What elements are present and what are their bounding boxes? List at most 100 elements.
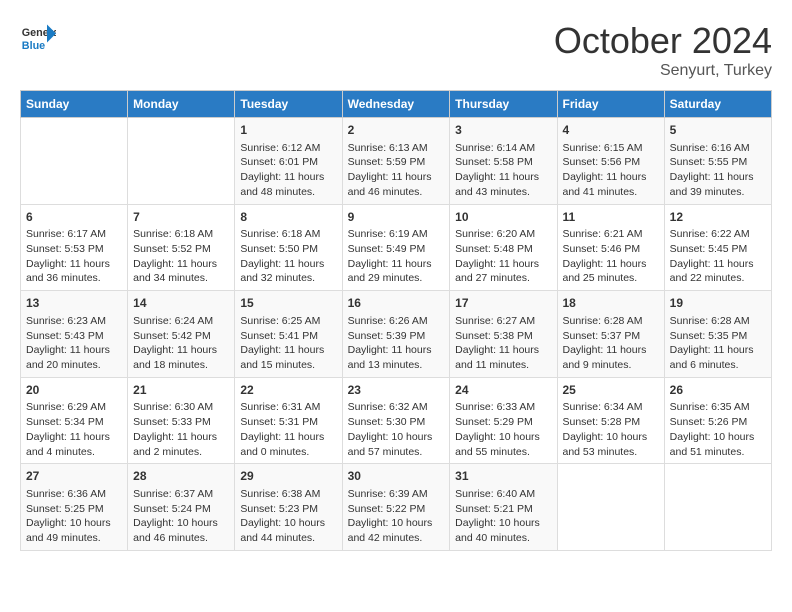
day-number: 12 bbox=[670, 209, 766, 226]
daylight-text: Daylight: 11 hours and 18 minutes. bbox=[133, 343, 229, 372]
calendar-cell: 3Sunrise: 6:14 AMSunset: 5:58 PMDaylight… bbox=[450, 118, 557, 205]
sunrise-text: Sunrise: 6:21 AM bbox=[563, 227, 659, 242]
calendar-cell: 30Sunrise: 6:39 AMSunset: 5:22 PMDayligh… bbox=[342, 464, 450, 551]
day-number: 9 bbox=[348, 209, 445, 226]
calendar-cell: 6Sunrise: 6:17 AMSunset: 5:53 PMDaylight… bbox=[21, 204, 128, 291]
calendar-cell: 14Sunrise: 6:24 AMSunset: 5:42 PMDayligh… bbox=[128, 291, 235, 378]
weekday-header-saturday: Saturday bbox=[664, 91, 771, 118]
sunset-text: Sunset: 5:25 PM bbox=[26, 502, 122, 517]
calendar-cell: 31Sunrise: 6:40 AMSunset: 5:21 PMDayligh… bbox=[450, 464, 557, 551]
calendar-cell: 26Sunrise: 6:35 AMSunset: 5:26 PMDayligh… bbox=[664, 377, 771, 464]
sunrise-text: Sunrise: 6:40 AM bbox=[455, 487, 551, 502]
sunset-text: Sunset: 5:48 PM bbox=[455, 242, 551, 257]
sunrise-text: Sunrise: 6:23 AM bbox=[26, 314, 122, 329]
sunset-text: Sunset: 5:50 PM bbox=[240, 242, 336, 257]
sunrise-text: Sunrise: 6:15 AM bbox=[563, 141, 659, 156]
daylight-text: Daylight: 11 hours and 0 minutes. bbox=[240, 430, 336, 459]
sunrise-text: Sunrise: 6:28 AM bbox=[563, 314, 659, 329]
sunset-text: Sunset: 5:23 PM bbox=[240, 502, 336, 517]
day-number: 15 bbox=[240, 295, 336, 312]
daylight-text: Daylight: 11 hours and 41 minutes. bbox=[563, 170, 659, 199]
sunrise-text: Sunrise: 6:12 AM bbox=[240, 141, 336, 156]
calendar-cell: 20Sunrise: 6:29 AMSunset: 5:34 PMDayligh… bbox=[21, 377, 128, 464]
sunrise-text: Sunrise: 6:31 AM bbox=[240, 400, 336, 415]
weekday-header-monday: Monday bbox=[128, 91, 235, 118]
day-number: 14 bbox=[133, 295, 229, 312]
sunset-text: Sunset: 5:21 PM bbox=[455, 502, 551, 517]
day-number: 23 bbox=[348, 382, 445, 399]
daylight-text: Daylight: 11 hours and 29 minutes. bbox=[348, 257, 445, 286]
day-number: 25 bbox=[563, 382, 659, 399]
day-number: 3 bbox=[455, 122, 551, 139]
sunset-text: Sunset: 5:59 PM bbox=[348, 155, 445, 170]
sunrise-text: Sunrise: 6:39 AM bbox=[348, 487, 445, 502]
daylight-text: Daylight: 11 hours and 6 minutes. bbox=[670, 343, 766, 372]
sunrise-text: Sunrise: 6:34 AM bbox=[563, 400, 659, 415]
sunset-text: Sunset: 5:43 PM bbox=[26, 329, 122, 344]
weekday-header-thursday: Thursday bbox=[450, 91, 557, 118]
sunrise-text: Sunrise: 6:29 AM bbox=[26, 400, 122, 415]
daylight-text: Daylight: 10 hours and 55 minutes. bbox=[455, 430, 551, 459]
sunset-text: Sunset: 5:39 PM bbox=[348, 329, 445, 344]
day-number: 30 bbox=[348, 468, 445, 485]
sunrise-text: Sunrise: 6:37 AM bbox=[133, 487, 229, 502]
calendar-table: SundayMondayTuesdayWednesdayThursdayFrid… bbox=[20, 90, 772, 551]
calendar-week-4: 20Sunrise: 6:29 AMSunset: 5:34 PM Dayligh… bbox=[21, 377, 772, 464]
daylight-text: Daylight: 10 hours and 44 minutes. bbox=[240, 516, 336, 545]
day-number: 4 bbox=[563, 122, 659, 139]
sunrise-text: Sunrise: 6:38 AM bbox=[240, 487, 336, 502]
sunset-text: Sunset: 5:55 PM bbox=[670, 155, 766, 170]
daylight-text: Daylight: 11 hours and 25 minutes. bbox=[563, 257, 659, 286]
calendar-week-1: 1Sunrise: 6:12 AMSunset: 6:01 PMDaylight… bbox=[21, 118, 772, 205]
sunset-text: Sunset: 5:31 PM bbox=[240, 415, 336, 430]
day-number: 13 bbox=[26, 295, 122, 312]
calendar-cell: 8Sunrise: 6:18 AMSunset: 5:50 PMDaylight… bbox=[235, 204, 342, 291]
sunrise-text: Sunrise: 6:26 AM bbox=[348, 314, 445, 329]
daylight-text: Daylight: 11 hours and 43 minutes. bbox=[455, 170, 551, 199]
calendar-cell bbox=[21, 118, 128, 205]
day-number: 6 bbox=[26, 209, 122, 226]
sunset-text: Sunset: 5:45 PM bbox=[670, 242, 766, 257]
sunset-text: Sunset: 5:33 PM bbox=[133, 415, 229, 430]
daylight-text: Daylight: 10 hours and 46 minutes. bbox=[133, 516, 229, 545]
sunset-text: Sunset: 5:38 PM bbox=[455, 329, 551, 344]
sunset-text: Sunset: 5:34 PM bbox=[26, 415, 122, 430]
sunrise-text: Sunrise: 6:16 AM bbox=[670, 141, 766, 156]
logo-icon: General Blue bbox=[20, 20, 56, 56]
calendar-cell: 19Sunrise: 6:28 AMSunset: 5:35 PMDayligh… bbox=[664, 291, 771, 378]
sunset-text: Sunset: 5:26 PM bbox=[670, 415, 766, 430]
weekday-header-tuesday: Tuesday bbox=[235, 91, 342, 118]
sunset-text: Sunset: 5:46 PM bbox=[563, 242, 659, 257]
weekday-row: SundayMondayTuesdayWednesdayThursdayFrid… bbox=[21, 91, 772, 118]
sunrise-text: Sunrise: 6:18 AM bbox=[133, 227, 229, 242]
calendar-cell: 2Sunrise: 6:13 AMSunset: 5:59 PMDaylight… bbox=[342, 118, 450, 205]
sunrise-text: Sunrise: 6:19 AM bbox=[348, 227, 445, 242]
daylight-text: Daylight: 11 hours and 20 minutes. bbox=[26, 343, 122, 372]
sunset-text: Sunset: 5:28 PM bbox=[563, 415, 659, 430]
sunrise-text: Sunrise: 6:28 AM bbox=[670, 314, 766, 329]
day-number: 21 bbox=[133, 382, 229, 399]
day-number: 27 bbox=[26, 468, 122, 485]
day-number: 24 bbox=[455, 382, 551, 399]
daylight-text: Daylight: 10 hours and 53 minutes. bbox=[563, 430, 659, 459]
calendar-cell: 17Sunrise: 6:27 AMSunset: 5:38 PMDayligh… bbox=[450, 291, 557, 378]
logo: General Blue bbox=[20, 20, 56, 56]
daylight-text: Daylight: 11 hours and 9 minutes. bbox=[563, 343, 659, 372]
daylight-text: Daylight: 11 hours and 48 minutes. bbox=[240, 170, 336, 199]
day-number: 22 bbox=[240, 382, 336, 399]
calendar-cell: 9Sunrise: 6:19 AMSunset: 5:49 PMDaylight… bbox=[342, 204, 450, 291]
day-number: 29 bbox=[240, 468, 336, 485]
weekday-header-wednesday: Wednesday bbox=[342, 91, 450, 118]
daylight-text: Daylight: 10 hours and 51 minutes. bbox=[670, 430, 766, 459]
calendar-week-2: 6Sunrise: 6:17 AMSunset: 5:53 PMDaylight… bbox=[21, 204, 772, 291]
sunrise-text: Sunrise: 6:18 AM bbox=[240, 227, 336, 242]
sunrise-text: Sunrise: 6:20 AM bbox=[455, 227, 551, 242]
sunset-text: Sunset: 5:49 PM bbox=[348, 242, 445, 257]
sunrise-text: Sunrise: 6:14 AM bbox=[455, 141, 551, 156]
day-number: 19 bbox=[670, 295, 766, 312]
sunset-text: Sunset: 5:41 PM bbox=[240, 329, 336, 344]
sunrise-text: Sunrise: 6:17 AM bbox=[26, 227, 122, 242]
day-number: 7 bbox=[133, 209, 229, 226]
daylight-text: Daylight: 11 hours and 39 minutes. bbox=[670, 170, 766, 199]
day-number: 20 bbox=[26, 382, 122, 399]
